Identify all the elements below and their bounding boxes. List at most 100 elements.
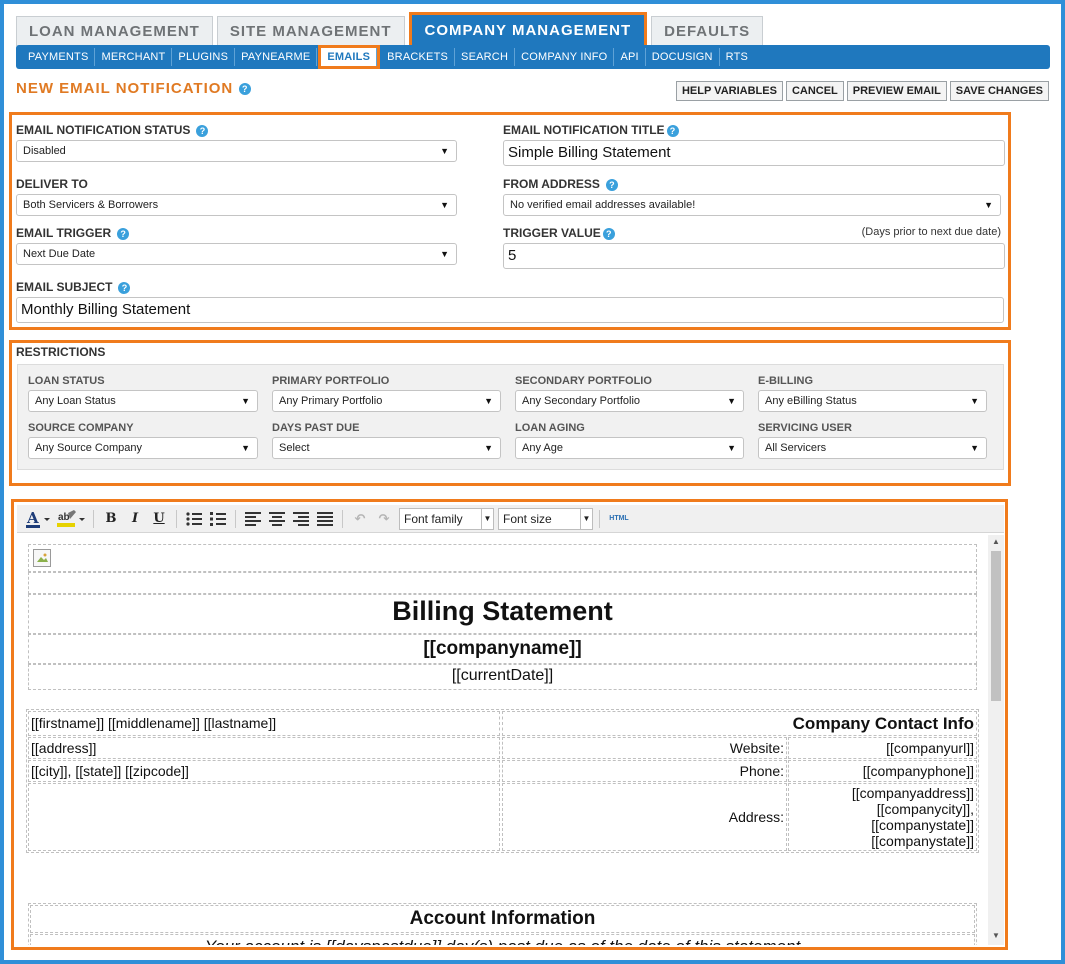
trigger-value-label-text: TRIGGER VALUE bbox=[503, 226, 601, 240]
bold-icon[interactable]: B bbox=[100, 508, 122, 530]
trigger-label-text: EMAIL TRIGGER bbox=[16, 226, 112, 240]
numbered-list-glyph bbox=[210, 511, 226, 526]
html-source-icon[interactable]: HTML bbox=[606, 508, 632, 530]
align-justify-icon[interactable] bbox=[314, 508, 336, 530]
loan-status-select[interactable]: Any Loan Status ▼ bbox=[28, 390, 258, 412]
help-icon[interactable]: ? bbox=[666, 124, 679, 137]
italic-icon[interactable]: I bbox=[124, 508, 146, 530]
preview-email-button[interactable]: PREVIEW EMAIL bbox=[846, 81, 947, 101]
action-bar: HELP VARIABLES CANCEL PREVIEW EMAIL SAVE… bbox=[675, 81, 1049, 101]
help-icon[interactable]: ? bbox=[117, 227, 130, 240]
contact-heading: Company Contact Info bbox=[792, 714, 974, 733]
chevron-down-icon: ▼ bbox=[970, 443, 979, 453]
sub-nav: PAYMENTS MERCHANT PLUGINS PAYNEARME EMAI… bbox=[16, 45, 1050, 69]
help-icon[interactable]: ? bbox=[196, 124, 209, 137]
scroll-up-icon[interactable]: ▲ bbox=[988, 537, 1004, 549]
bullet-list-icon[interactable] bbox=[183, 508, 205, 530]
underline-icon[interactable]: U bbox=[148, 508, 170, 530]
font-family-select[interactable]: Font family ▼ bbox=[399, 507, 494, 530]
chevron-down-icon: ▼ bbox=[727, 443, 736, 453]
chevron-down-icon: ▼ bbox=[481, 508, 493, 529]
chevron-down-icon: ▼ bbox=[440, 146, 449, 156]
toolbar-divider bbox=[93, 509, 94, 528]
help-icon[interactable]: ? bbox=[605, 178, 618, 191]
undo-icon[interactable]: ↶ bbox=[349, 508, 371, 530]
loan-aging-select[interactable]: Any Age ▼ bbox=[515, 437, 744, 459]
subnav-merchant[interactable]: MERCHANT bbox=[95, 48, 173, 66]
servicing-user-select[interactable]: All Servicers ▼ bbox=[758, 437, 987, 459]
deliver-select[interactable]: Both Servicers & Borrowers ▼ bbox=[16, 194, 457, 216]
subnav-payments[interactable]: PAYMENTS bbox=[22, 48, 96, 66]
cancel-button[interactable]: CANCEL bbox=[785, 81, 844, 101]
from-select[interactable]: No verified email addresses available! ▼ bbox=[503, 194, 1001, 216]
tab-defaults[interactable]: DEFAULTS bbox=[651, 16, 764, 46]
highlight-color-icon[interactable]: ab bbox=[55, 508, 87, 530]
align-left-glyph bbox=[245, 511, 261, 526]
loan-status-value: Any Loan Status bbox=[35, 395, 116, 407]
secondary-portfolio-select[interactable]: Any Secondary Portfolio ▼ bbox=[515, 390, 744, 412]
tab-site-management[interactable]: SITE MANAGEMENT bbox=[216, 16, 405, 46]
subnav-docusign[interactable]: DOCUSIGN bbox=[646, 48, 720, 66]
secondary-portfolio-value: Any Secondary Portfolio bbox=[522, 395, 641, 407]
numbered-list-icon[interactable] bbox=[207, 508, 229, 530]
days-past-due-label: DAYS PAST DUE bbox=[272, 422, 360, 434]
scroll-down-icon[interactable]: ▼ bbox=[988, 931, 1004, 943]
save-changes-button[interactable]: SAVE CHANGES bbox=[949, 81, 1049, 101]
trigger-select[interactable]: Next Due Date ▼ bbox=[16, 243, 457, 265]
subnav-search[interactable]: SEARCH bbox=[455, 48, 516, 66]
toolbar-divider bbox=[235, 509, 236, 528]
trigger-value-input[interactable]: 5 bbox=[503, 243, 1005, 269]
deliver-label: DELIVER TO bbox=[16, 177, 88, 191]
help-icon[interactable]: ? bbox=[118, 281, 131, 294]
title-label-text: EMAIL NOTIFICATION TITLE bbox=[503, 123, 665, 137]
days-past-due-select[interactable]: Select ▼ bbox=[272, 437, 501, 459]
secondary-portfolio-label: SECONDARY PORTFOLIO bbox=[515, 375, 652, 387]
subnav-emails[interactable]: EMAILS bbox=[318, 45, 381, 69]
statement-heading: Billing Statement bbox=[392, 596, 613, 626]
align-center-glyph bbox=[269, 511, 285, 526]
source-company-select[interactable]: Any Source Company ▼ bbox=[28, 437, 258, 459]
help-variables-button[interactable]: HELP VARIABLES bbox=[675, 81, 783, 101]
editor-content[interactable]: Billing Statement [[companyname]] [[curr… bbox=[17, 535, 988, 945]
primary-portfolio-label: PRIMARY PORTFOLIO bbox=[272, 375, 390, 387]
tab-loan-management[interactable]: LOAN MANAGEMENT bbox=[16, 16, 213, 46]
subnav-company-info[interactable]: COMPANY INFO bbox=[515, 48, 615, 66]
ebilling-select[interactable]: Any eBilling Status ▼ bbox=[758, 390, 987, 412]
subnav-plugins[interactable]: PLUGINS bbox=[172, 48, 236, 66]
font-size-select[interactable]: Font size ▼ bbox=[498, 507, 593, 530]
primary-portfolio-value: Any Primary Portfolio bbox=[279, 395, 383, 407]
account-heading: Account Information bbox=[409, 908, 596, 929]
days-past-due-value: Select bbox=[279, 442, 310, 454]
align-justify-glyph bbox=[317, 511, 333, 526]
address-label: Address: bbox=[728, 809, 784, 825]
editor-scrollbar[interactable]: ▲ ▼ bbox=[988, 535, 1004, 945]
company-name-token: [[companyname]] bbox=[423, 638, 582, 659]
account-status-line: Your account is [[dayspastdue]] day(s) p… bbox=[30, 937, 975, 945]
subnav-rts[interactable]: RTS bbox=[720, 48, 754, 66]
chevron-down-icon: ▼ bbox=[440, 200, 449, 210]
subnav-brackets[interactable]: BRACKETS bbox=[381, 48, 456, 66]
company-city-token: [[companycity]], bbox=[876, 801, 974, 817]
redo-icon[interactable]: ↷ bbox=[373, 508, 395, 530]
align-left-icon[interactable] bbox=[242, 508, 264, 530]
title-input[interactable]: Simple Billing Statement bbox=[503, 140, 1005, 166]
align-right-icon[interactable] bbox=[290, 508, 312, 530]
tab-company-management[interactable]: COMPANY MANAGEMENT bbox=[411, 15, 645, 45]
text-color-icon[interactable]: A bbox=[23, 508, 53, 530]
subnav-paynearme[interactable]: PAYNEARME bbox=[235, 48, 318, 66]
svg-text:A: A bbox=[26, 509, 39, 527]
scroll-thumb[interactable] bbox=[991, 551, 1001, 701]
servicing-user-label: SERVICING USER bbox=[758, 422, 852, 434]
primary-portfolio-select[interactable]: Any Primary Portfolio ▼ bbox=[272, 390, 501, 412]
help-icon[interactable]: ? bbox=[239, 83, 252, 96]
align-right-glyph bbox=[293, 511, 309, 526]
subnav-api[interactable]: API bbox=[614, 48, 646, 66]
address-cell bbox=[28, 783, 500, 851]
status-select[interactable]: Disabled ▼ bbox=[16, 140, 457, 162]
editor-toolbar: A ab B I U ↶ ↷ Font family ▼ Font size ▼ H… bbox=[17, 505, 1004, 533]
subject-input[interactable]: Monthly Billing Statement bbox=[16, 297, 1004, 323]
trigger-label: EMAIL TRIGGER? bbox=[16, 226, 130, 240]
align-center-icon[interactable] bbox=[266, 508, 288, 530]
help-icon[interactable]: ? bbox=[602, 227, 615, 240]
subject-label-text: EMAIL SUBJECT bbox=[16, 280, 113, 294]
